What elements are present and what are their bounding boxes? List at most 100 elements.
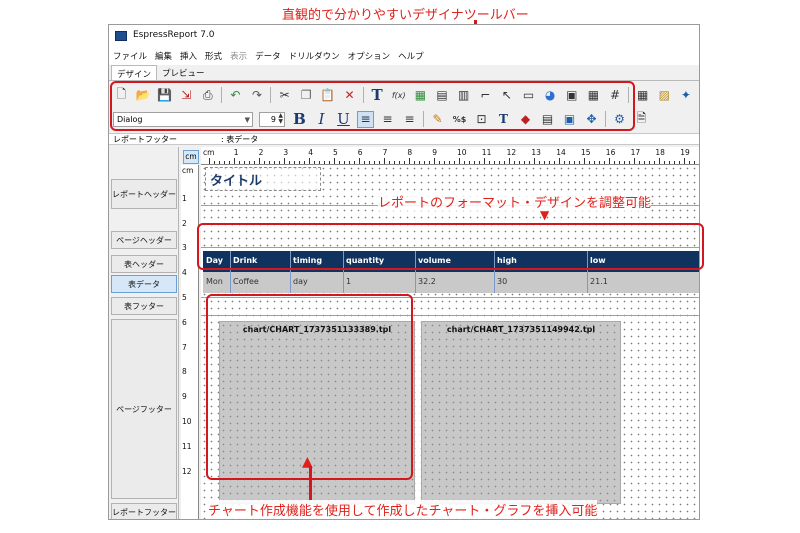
column-header[interactable]: high	[497, 256, 517, 265]
data-cell[interactable]: 30	[497, 277, 507, 286]
ruler-number: 7	[182, 342, 187, 352]
menu-insert[interactable]: 挿入	[180, 50, 197, 62]
text-color-icon[interactable]: T	[495, 111, 512, 128]
menu-file[interactable]: ファイル	[113, 50, 147, 62]
font-family-select[interactable]: Dialog ▼	[113, 111, 253, 127]
horizontal-ruler: cm 1 2 3 4 5 6 7 8 9 10 11 12 13 14 15 16 17 18 19	[201, 147, 699, 165]
redo-icon[interactable]: ↷	[249, 87, 266, 104]
table-data-band[interactable]: Mon Coffee day 1 32.2 30 21.1	[203, 272, 699, 293]
insert-subreport-icon[interactable]: ▥	[455, 87, 472, 104]
data-cell[interactable]: day	[293, 277, 308, 286]
data-format-icon[interactable]: %$	[451, 111, 468, 128]
insert-formula-icon[interactable]: f(x)	[390, 87, 407, 104]
data-cell[interactable]: 1	[346, 277, 351, 286]
move-icon[interactable]: ✥	[583, 111, 600, 128]
bold-button[interactable]: B	[291, 110, 308, 128]
column-header[interactable]: Day	[206, 256, 223, 265]
data-cell[interactable]: Coffee	[233, 277, 259, 286]
ruler-tick	[339, 161, 340, 164]
settings-icon[interactable]: ⚙	[611, 111, 628, 128]
menu-help[interactable]: ヘルプ	[398, 50, 424, 62]
cut-icon[interactable]: ✂	[276, 87, 293, 104]
border-icon[interactable]: ⊡	[473, 111, 490, 128]
section-report-header[interactable]: レポートヘッダー	[111, 179, 177, 209]
insert-column-icon[interactable]: ▦	[412, 87, 429, 104]
menu-data[interactable]: データ	[255, 50, 281, 62]
menu-edit[interactable]: 編集	[155, 50, 172, 62]
insert-label-icon[interactable]: T	[369, 86, 386, 104]
column-divider	[494, 272, 495, 293]
print-icon[interactable]: ⎙	[200, 87, 217, 104]
section-report-footer[interactable]: レポートフッター	[111, 503, 177, 519]
copy-icon[interactable]: ❐	[298, 87, 315, 104]
column-header[interactable]: timing	[293, 256, 322, 265]
section-divider	[201, 297, 699, 298]
column-header[interactable]: quantity	[346, 256, 384, 265]
ruler-unit-button[interactable]: cm	[183, 150, 199, 164]
font-size-stepper[interactable]: 9 ▲ ▼	[259, 111, 285, 127]
ruler-tick	[419, 161, 420, 164]
menu-options[interactable]: オプション	[348, 50, 391, 62]
ruler-tick	[349, 161, 350, 164]
insert-picture-icon[interactable]: ▣	[563, 87, 580, 104]
section-table-header[interactable]: 表ヘッダー	[111, 255, 177, 273]
table-header-band[interactable]: Day Drink timing quantity volume high low	[203, 251, 699, 272]
open-folder-icon[interactable]: 📂	[135, 87, 152, 104]
insert-date-icon[interactable]: ▦	[585, 87, 602, 104]
group-icon[interactable]: ▨	[656, 87, 673, 104]
ruler-tick	[344, 161, 345, 164]
spinner-icon[interactable]: ▲ ▼	[278, 112, 283, 125]
ruler-tick	[479, 161, 480, 164]
section-table-data[interactable]: 表データ	[111, 275, 177, 293]
tab-design[interactable]: デザイン	[111, 65, 158, 80]
column-header[interactable]: volume	[418, 256, 451, 265]
underline-button[interactable]: U	[335, 110, 352, 128]
ruler-tick	[644, 161, 645, 164]
chart-placeholder-1[interactable]: chart/CHART_1737351133389.tpl	[219, 321, 415, 504]
ruler-number: 8	[407, 148, 413, 157]
chart-placeholder-2[interactable]: chart/CHART_1737351149942.tpl	[421, 321, 621, 504]
ruler-tick	[554, 161, 555, 164]
fill-color-icon[interactable]: ◆	[517, 111, 534, 128]
toolbar-separator	[423, 111, 424, 127]
section-page-footer[interactable]: ページフッター	[111, 319, 177, 499]
column-header[interactable]: low	[590, 256, 606, 265]
insert-page-number-icon[interactable]: #	[607, 87, 624, 104]
menu-drilldown[interactable]: ドリルダウン	[289, 50, 340, 62]
properties-icon[interactable]: ▣	[561, 111, 578, 128]
section-page-header[interactable]: ページヘッダー	[111, 231, 177, 249]
tab-preview[interactable]: プレビュー	[157, 65, 210, 80]
align-right-icon[interactable]: ≡	[401, 111, 418, 128]
ruler-number: 5	[333, 148, 338, 157]
save-icon[interactable]: 💾	[156, 87, 173, 104]
edit-format-icon[interactable]: ✎	[429, 111, 446, 128]
data-cell[interactable]: 21.1	[590, 277, 608, 286]
report-canvas[interactable]: タイトル Day Drink timing quantity volume high low…	[201, 165, 699, 519]
column-header[interactable]: Drink	[233, 256, 257, 265]
insert-line-icon[interactable]: ⌐	[477, 87, 494, 104]
data-cell[interactable]: 32.2	[418, 277, 436, 286]
new-icon[interactable]: 🗋	[113, 87, 130, 104]
background-icon[interactable]: ▤	[539, 111, 556, 128]
align-left-icon[interactable]: ≡	[357, 110, 374, 128]
data-cell[interactable]: Mon	[206, 277, 223, 286]
preview-icon[interactable]: 🗎	[633, 111, 650, 128]
undo-icon[interactable]: ↶	[227, 87, 244, 104]
title-label-box[interactable]: タイトル	[205, 167, 321, 191]
paste-icon[interactable]: 📋	[320, 87, 337, 104]
insert-image-icon[interactable]: ▤	[434, 87, 451, 104]
menu-format[interactable]: 形式	[205, 50, 222, 62]
font-family-value: Dialog	[117, 114, 143, 124]
wizard-icon[interactable]: ✦	[678, 87, 695, 104]
section-table-footer[interactable]: 表フッター	[111, 297, 177, 315]
align-center-icon[interactable]: ≡	[379, 111, 396, 128]
view-tabs: デザイン プレビュー	[109, 65, 699, 81]
delete-icon[interactable]: ✕	[341, 87, 358, 104]
export-icon[interactable]: ⇲	[178, 87, 195, 104]
rectangle-icon[interactable]: ▭	[520, 87, 537, 104]
italic-button[interactable]: I	[313, 110, 330, 128]
insert-chart-icon[interactable]: ◕	[542, 87, 559, 104]
ruler-tick	[639, 161, 640, 164]
table-icon[interactable]: ▦	[634, 87, 651, 104]
pointer-icon[interactable]: ↖	[499, 87, 516, 104]
